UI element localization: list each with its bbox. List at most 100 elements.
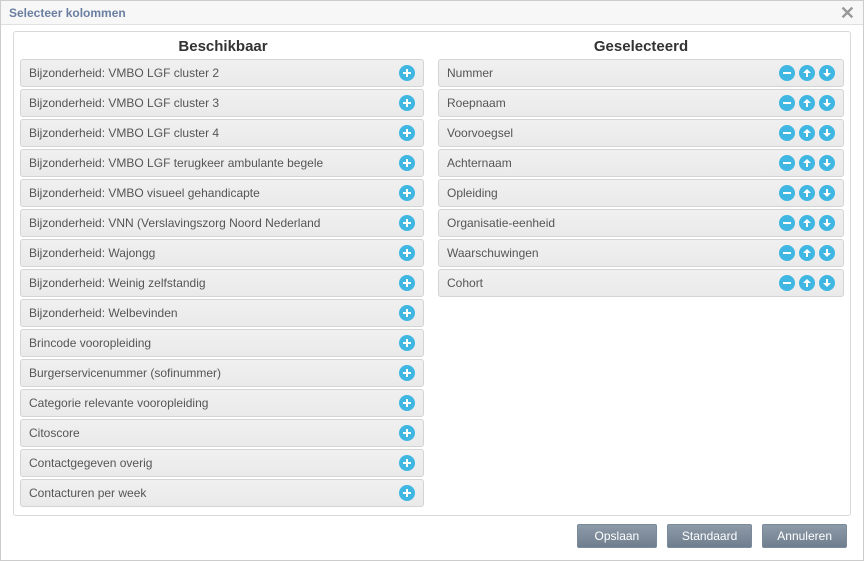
- add-icon[interactable]: [399, 335, 415, 351]
- available-item-label: Bijzonderheid: Welbevinden: [29, 306, 399, 320]
- available-item-actions: [399, 125, 415, 141]
- move-down-icon[interactable]: [819, 95, 835, 111]
- selected-item-label: Achternaam: [447, 156, 779, 170]
- move-up-icon[interactable]: [799, 185, 815, 201]
- selected-item-actions: [779, 95, 835, 111]
- available-item[interactable]: Bijzonderheid: VMBO visueel gehandicapte: [20, 179, 424, 207]
- remove-icon[interactable]: [779, 185, 795, 201]
- selected-item[interactable]: Opleiding: [438, 179, 844, 207]
- add-icon[interactable]: [399, 425, 415, 441]
- available-item-actions: [399, 215, 415, 231]
- available-item-actions: [399, 65, 415, 81]
- move-up-icon[interactable]: [799, 65, 815, 81]
- available-item[interactable]: Bijzonderheid: VMBO LGF cluster 4: [20, 119, 424, 147]
- selected-item-actions: [779, 275, 835, 291]
- available-item-label: Bijzonderheid: VMBO LGF cluster 4: [29, 126, 399, 140]
- selected-title: Geselecteerd: [438, 36, 844, 59]
- available-item-actions: [399, 275, 415, 291]
- selected-item[interactable]: Roepnaam: [438, 89, 844, 117]
- remove-icon[interactable]: [779, 275, 795, 291]
- move-up-icon[interactable]: [799, 95, 815, 111]
- available-item-actions: [399, 245, 415, 261]
- add-icon[interactable]: [399, 455, 415, 471]
- available-item[interactable]: Categorie relevante vooropleiding: [20, 389, 424, 417]
- selected-item-label: Opleiding: [447, 186, 779, 200]
- available-item[interactable]: Burgerservicenummer (sofinummer): [20, 359, 424, 387]
- selected-item[interactable]: Voorvoegsel: [438, 119, 844, 147]
- move-down-icon[interactable]: [819, 185, 835, 201]
- available-item-label: Brincode vooropleiding: [29, 336, 399, 350]
- add-icon[interactable]: [399, 275, 415, 291]
- available-item[interactable]: Citoscore: [20, 419, 424, 447]
- available-item-actions: [399, 335, 415, 351]
- selected-item-label: Waarschuwingen: [447, 246, 779, 260]
- close-icon[interactable]: ✕: [840, 4, 855, 22]
- remove-icon[interactable]: [779, 95, 795, 111]
- add-icon[interactable]: [399, 215, 415, 231]
- selected-item[interactable]: Achternaam: [438, 149, 844, 177]
- available-item[interactable]: Bijzonderheid: Weinig zelfstandig: [20, 269, 424, 297]
- available-item[interactable]: Bijzonderheid: VMBO LGF cluster 2: [20, 59, 424, 87]
- add-icon[interactable]: [399, 395, 415, 411]
- available-item-label: Burgerservicenummer (sofinummer): [29, 366, 399, 380]
- add-icon[interactable]: [399, 95, 415, 111]
- available-item[interactable]: Brincode vooropleiding: [20, 329, 424, 357]
- add-icon[interactable]: [399, 305, 415, 321]
- available-item-actions: [399, 95, 415, 111]
- remove-icon[interactable]: [779, 215, 795, 231]
- available-item-actions: [399, 365, 415, 381]
- remove-icon[interactable]: [779, 155, 795, 171]
- dialog-body: Beschikbaar Bijzonderheid: VMBO LGF clus…: [1, 25, 863, 560]
- selected-item[interactable]: Waarschuwingen: [438, 239, 844, 267]
- save-button[interactable]: Opslaan: [577, 524, 657, 548]
- add-icon[interactable]: [399, 155, 415, 171]
- move-down-icon[interactable]: [819, 155, 835, 171]
- available-item[interactable]: Contactgegeven overig: [20, 449, 424, 477]
- move-down-icon[interactable]: [819, 65, 835, 81]
- selected-item[interactable]: Cohort: [438, 269, 844, 297]
- add-icon[interactable]: [399, 65, 415, 81]
- available-item[interactable]: Bijzonderheid: VNN (Verslavingszorg Noor…: [20, 209, 424, 237]
- dialog-header: Selecteer kolommen ✕: [1, 1, 863, 25]
- move-down-icon[interactable]: [819, 245, 835, 261]
- available-item[interactable]: Bijzonderheid: Welbevinden: [20, 299, 424, 327]
- available-item-actions: [399, 305, 415, 321]
- add-icon[interactable]: [399, 185, 415, 201]
- move-down-icon[interactable]: [819, 215, 835, 231]
- available-item-actions: [399, 485, 415, 501]
- available-item[interactable]: Bijzonderheid: Wajongg: [20, 239, 424, 267]
- selected-item[interactable]: Organisatie-eenheid: [438, 209, 844, 237]
- move-up-icon[interactable]: [799, 245, 815, 261]
- cancel-button[interactable]: Annuleren: [762, 524, 847, 548]
- available-item[interactable]: Contacturen per week: [20, 479, 424, 507]
- move-up-icon[interactable]: [799, 125, 815, 141]
- move-down-icon[interactable]: [819, 125, 835, 141]
- move-up-icon[interactable]: [799, 155, 815, 171]
- remove-icon[interactable]: [779, 245, 795, 261]
- move-up-icon[interactable]: [799, 275, 815, 291]
- selected-item-label: Organisatie-eenheid: [447, 216, 779, 230]
- available-item-actions: [399, 455, 415, 471]
- move-down-icon[interactable]: [819, 275, 835, 291]
- default-button[interactable]: Standaard: [667, 524, 752, 548]
- add-icon[interactable]: [399, 245, 415, 261]
- selected-item-label: Roepnaam: [447, 96, 779, 110]
- selected-item-label: Nummer: [447, 66, 779, 80]
- available-item[interactable]: Bijzonderheid: VMBO LGF terugkeer ambula…: [20, 149, 424, 177]
- remove-icon[interactable]: [779, 125, 795, 141]
- buttons-row: Opslaan Standaard Annuleren: [13, 516, 851, 556]
- available-list[interactable]: Bijzonderheid: VMBO LGF cluster 2Bijzond…: [20, 59, 426, 509]
- selected-column: Geselecteerd Nummer Roepnaam Voorvoegsel Ac…: [438, 36, 844, 509]
- remove-icon[interactable]: [779, 65, 795, 81]
- selected-item[interactable]: Nummer: [438, 59, 844, 87]
- selected-item-actions: [779, 185, 835, 201]
- move-up-icon[interactable]: [799, 215, 815, 231]
- selected-item-label: Voorvoegsel: [447, 126, 779, 140]
- available-item[interactable]: Bijzonderheid: VMBO LGF cluster 3: [20, 89, 424, 117]
- selected-item-actions: [779, 125, 835, 141]
- add-icon[interactable]: [399, 485, 415, 501]
- available-item-label: Citoscore: [29, 426, 399, 440]
- add-icon[interactable]: [399, 365, 415, 381]
- available-title: Beschikbaar: [20, 36, 426, 59]
- add-icon[interactable]: [399, 125, 415, 141]
